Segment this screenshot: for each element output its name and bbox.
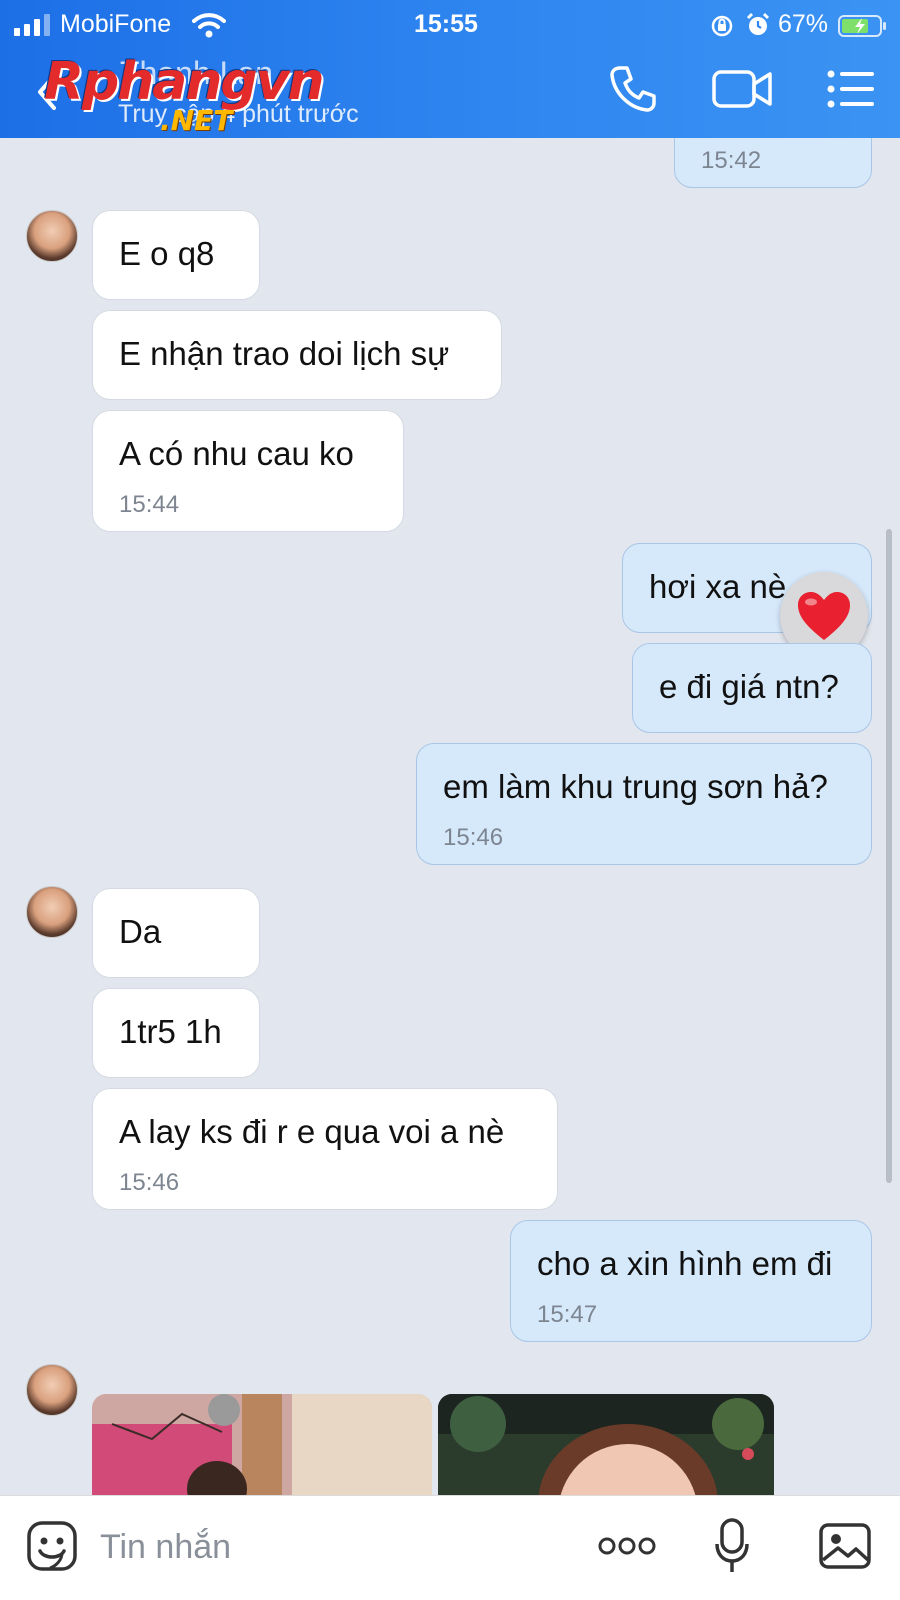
message-text: hơi xa nè (649, 568, 787, 605)
message-timestamp: 15:42 (701, 147, 762, 174)
message-bubble-incoming[interactable]: E o q8 (92, 210, 260, 300)
message-bubble-outgoing[interactable]: e đi giá ntn? (632, 643, 872, 733)
alarm-icon (746, 12, 770, 35)
message-text: em làm khu trung sơn hả? (443, 768, 828, 805)
watermark-logo-suffix: .NET (160, 104, 233, 137)
message-text: A lay ks đi r e qua voi a nè (119, 1113, 505, 1150)
message-text: E o q8 (119, 235, 215, 272)
voice-call-button[interactable] (608, 64, 658, 114)
contact-avatar[interactable] (26, 886, 78, 938)
chat-header: MobiFone 15:55 67% Thanh Lan Truy cập 4 … (0, 0, 900, 138)
sticker-emoji-button[interactable] (26, 1520, 78, 1572)
message-text: 1tr5 1h (119, 1013, 222, 1050)
message-bubble-incoming[interactable]: E nhận trao doi lịch sự (92, 310, 502, 400)
menu-list-button[interactable] (826, 64, 876, 114)
message-bubble-incoming[interactable]: A lay ks đi r e qua voi a nè 15:46 (92, 1088, 558, 1210)
battery-icon (838, 15, 886, 37)
contact-avatar[interactable] (26, 1364, 78, 1416)
message-text: cho a xin hình em đi (537, 1245, 833, 1282)
message-timestamp: 15:46 (443, 824, 504, 851)
photo-attachment-1[interactable] (92, 1394, 432, 1504)
message-list[interactable]: 15:42 E o q8 E nhận trao doi lịch sự A c… (0, 138, 900, 1495)
message-composer (0, 1495, 900, 1600)
message-bubble-incoming[interactable]: Da (92, 888, 260, 978)
message-bubble-outgoing[interactable]: em làm khu trung sơn hả? 15:46 (416, 743, 872, 865)
contact-avatar[interactable] (26, 210, 78, 262)
message-text: A có nhu cau ko (119, 435, 354, 472)
wifi-icon (192, 13, 226, 38)
message-timestamp: 15:44 (119, 491, 180, 518)
message-bubble-incoming[interactable]: 1tr5 1h (92, 988, 260, 1078)
image-gallery-icon[interactable] (818, 1522, 872, 1570)
message-input[interactable] (100, 1522, 560, 1572)
status-bar: MobiFone 15:55 67% (0, 6, 900, 42)
message-text: E nhận trao doi lịch sự (119, 335, 450, 372)
photo-attachment-2[interactable] (438, 1394, 774, 1504)
message-bubble-outgoing[interactable]: 15:42 (674, 138, 872, 188)
cellular-signal-icon (14, 14, 50, 36)
message-timestamp: 15:47 (537, 1301, 598, 1328)
carrier-name: MobiFone (60, 10, 172, 38)
rotation-lock-icon (711, 15, 733, 37)
watermark-logo: Rphangvn (44, 52, 325, 112)
message-timestamp: 15:46 (119, 1169, 180, 1196)
message-text: Da (119, 913, 162, 950)
video-call-button[interactable] (712, 64, 774, 114)
message-bubble-outgoing[interactable]: cho a xin hình em đi 15:47 (510, 1220, 872, 1342)
message-bubble-incoming[interactable]: A có nhu cau ko 15:44 (92, 410, 404, 532)
battery-percentage: 67% (778, 10, 829, 38)
more-options-icon[interactable] (597, 1534, 657, 1558)
clock: 15:55 (414, 10, 478, 38)
message-text: e đi giá ntn? (659, 668, 839, 705)
scrollbar[interactable] (886, 529, 892, 1183)
microphone-icon[interactable] (714, 1518, 750, 1574)
